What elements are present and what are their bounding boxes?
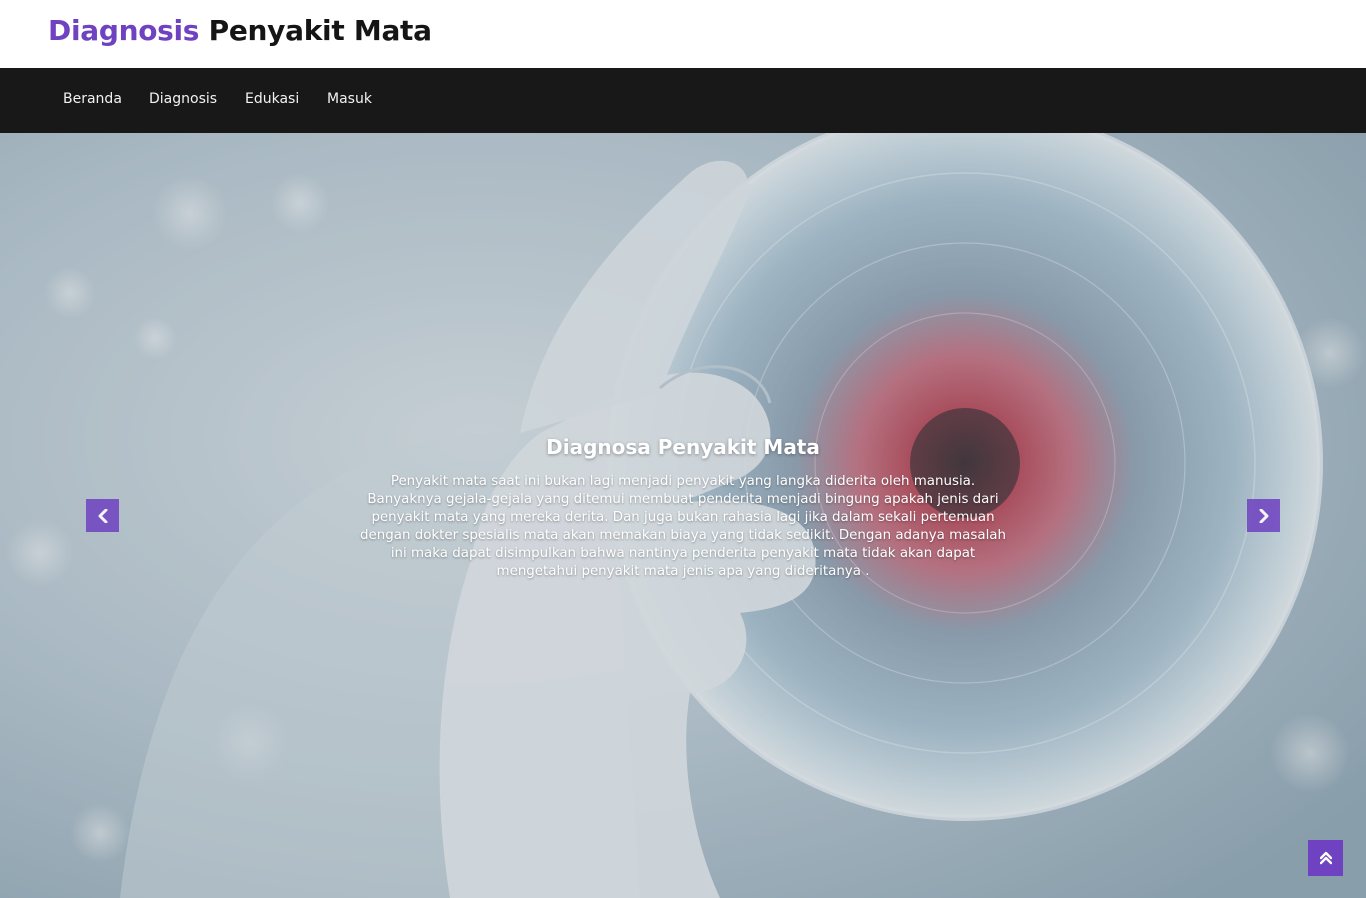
nav-item-edukasi[interactable]: Edukasi bbox=[245, 91, 299, 107]
hero-description-line: ini maka dapat disimpulkan bahwa nantiny… bbox=[390, 546, 976, 561]
back-to-top-button[interactable] bbox=[1308, 840, 1343, 876]
hero-description-line: Banyaknya gejala-gejala yang ditemui mem… bbox=[367, 492, 999, 507]
hero-description-line: mengetahui penyakit mata jenis apa yang … bbox=[496, 564, 870, 579]
hero-caption: Diagnosa Penyakit Mata Penyakit mata saa… bbox=[353, 435, 1013, 581]
chevron-left-icon bbox=[98, 508, 107, 523]
hero-carousel: Diagnosa Penyakit Mata Penyakit mata saa… bbox=[0, 133, 1366, 898]
hero-description-line: Penyakit mata saat ini bukan lagi menjad… bbox=[390, 474, 976, 489]
carousel-next-button[interactable] bbox=[1247, 499, 1280, 532]
site-brand[interactable]: Diagnosis Penyakit Mata bbox=[48, 14, 432, 47]
double-chevron-up-icon bbox=[1319, 851, 1332, 865]
hero-description: Penyakit mata saat ini bukan lagi menjad… bbox=[353, 473, 1013, 581]
nav-item-beranda[interactable]: Beranda bbox=[63, 91, 122, 107]
brand-accent: Diagnosis bbox=[48, 14, 200, 47]
hero-description-line: dengan dokter spesialis mata akan memaka… bbox=[360, 528, 1006, 543]
carousel-prev-button[interactable] bbox=[86, 499, 119, 532]
main-navbar: Beranda Diagnosis Edukasi Masuk bbox=[0, 68, 1366, 133]
brand-rest: Penyakit Mata bbox=[208, 14, 432, 47]
nav-item-masuk[interactable]: Masuk bbox=[327, 91, 372, 107]
hero-description-line: penyakit mata yang mereka derita. Dan ju… bbox=[371, 510, 995, 525]
chevron-right-icon bbox=[1259, 508, 1268, 523]
site-header: Diagnosis Penyakit Mata bbox=[0, 0, 1366, 68]
nav-item-diagnosis[interactable]: Diagnosis bbox=[149, 91, 217, 107]
hero-title: Diagnosa Penyakit Mata bbox=[546, 435, 820, 459]
